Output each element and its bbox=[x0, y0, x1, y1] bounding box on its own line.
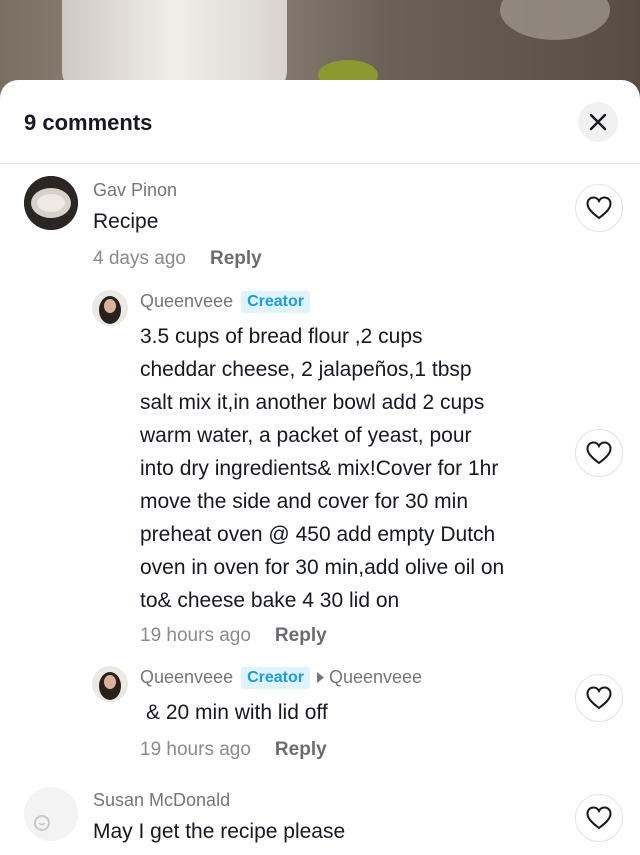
reply-timestamp: 19 hours ago bbox=[140, 739, 251, 760]
avatar-image bbox=[92, 666, 128, 702]
like-button[interactable] bbox=[575, 429, 623, 477]
reply-username: Queenveee Creator bbox=[140, 291, 310, 313]
creator-badge: Creator bbox=[241, 291, 310, 313]
avatar-image bbox=[24, 787, 78, 841]
reply-text: & 20 min with lid off bbox=[146, 701, 328, 724]
comment-text: Recipe bbox=[93, 210, 159, 233]
avatar[interactable] bbox=[92, 666, 128, 702]
comment-meta: 4 days ago Reply bbox=[93, 248, 262, 270]
comment-text: May I get the recipe please bbox=[93, 820, 346, 843]
comments-count-title: 9 comments bbox=[24, 110, 153, 135]
reply-text: 3.5 cups of bread flour ,2 cups cheddar … bbox=[140, 320, 504, 617]
reply-to-username[interactable]: Queenveee bbox=[329, 667, 422, 687]
avatar-image bbox=[24, 176, 78, 230]
close-icon bbox=[589, 113, 607, 131]
avatar-image bbox=[92, 290, 128, 326]
comment-username[interactable]: Susan McDonald bbox=[93, 790, 230, 811]
reply-text-line: move the side and cover for 30 min bbox=[140, 490, 469, 513]
reply-button[interactable]: Reply bbox=[275, 625, 327, 646]
reply-timestamp: 19 hours ago bbox=[140, 625, 251, 646]
caret-right-icon bbox=[316, 672, 324, 683]
reply-text-line: 3.5 cups of bread flour ,2 cups bbox=[140, 325, 423, 348]
reply-meta: 19 hours ago Reply bbox=[140, 625, 327, 647]
reply-meta: 19 hours ago Reply bbox=[140, 739, 327, 761]
heart-icon bbox=[586, 441, 612, 465]
heart-icon bbox=[586, 196, 612, 220]
reply-text-line: preheat oven @ 450 add empty Dutch bbox=[140, 523, 496, 546]
video-glass bbox=[500, 0, 610, 40]
close-button[interactable] bbox=[578, 102, 618, 142]
like-button[interactable] bbox=[575, 794, 623, 842]
creator-badge: Creator bbox=[241, 667, 310, 689]
reply-button[interactable]: Reply bbox=[275, 739, 327, 760]
comment-username[interactable]: Gav Pinon bbox=[93, 180, 177, 201]
reply-text-line: oven in oven for 30 min,add olive oil on bbox=[140, 556, 505, 579]
reply-username: Queenveee Creator Queenveee bbox=[140, 667, 422, 689]
comments-header: 9 comments bbox=[0, 80, 640, 164]
heart-icon bbox=[586, 686, 612, 710]
avatar[interactable] bbox=[24, 787, 78, 841]
reply-button[interactable]: Reply bbox=[210, 248, 262, 269]
avatar[interactable] bbox=[24, 176, 78, 230]
comments-sheet: 9 comments Gav Pinon Recipe 4 days ago Re… bbox=[0, 80, 640, 855]
like-button[interactable] bbox=[575, 184, 623, 232]
reply-text-line: to& cheese bake 4 30 lid on bbox=[140, 589, 400, 612]
avatar[interactable] bbox=[92, 290, 128, 326]
reply-username-text[interactable]: Queenveee bbox=[140, 667, 233, 687]
reply-username-text[interactable]: Queenveee bbox=[140, 291, 233, 311]
reply-to: Queenveee bbox=[316, 667, 422, 687]
like-button[interactable] bbox=[575, 674, 623, 722]
heart-icon bbox=[586, 806, 612, 830]
comment-timestamp: 4 days ago bbox=[93, 248, 186, 269]
reply-text-line: warm water, a packet of yeast, pour bbox=[140, 424, 472, 447]
reply-text-line: cheddar cheese, 2 jalapeños,1 tbsp bbox=[140, 358, 472, 381]
reply-text-line: into dry ingredients& mix!Cover for 1hr bbox=[140, 457, 499, 480]
reply-text-line: salt mix it,in another bowl add 2 cups bbox=[140, 391, 485, 414]
